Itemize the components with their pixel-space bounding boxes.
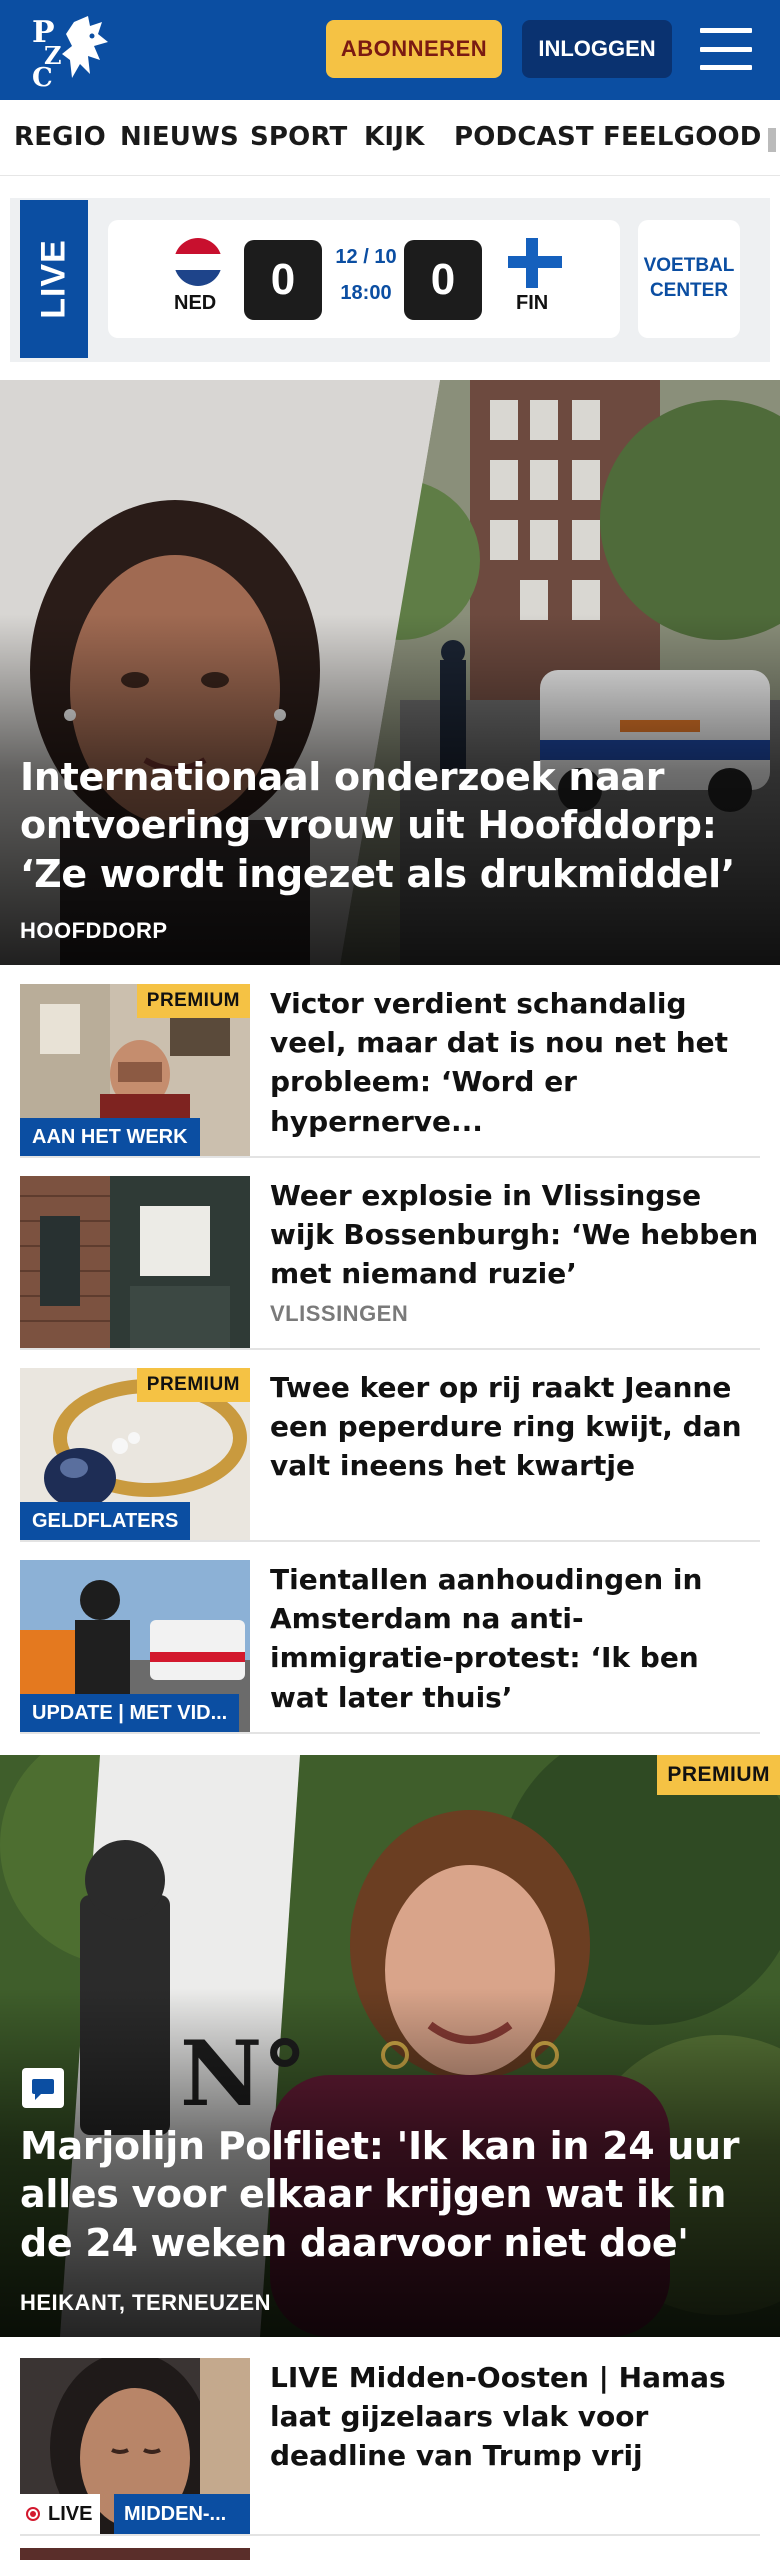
section-nav: REGIO NIEUWS SPORT KIJK PODCAST FEELGOOD [0,100,780,176]
hero-headline[interactable]: Marjolijn Polfliet: 'Ik kan in 24 uur al… [20,2122,750,2267]
article-headline[interactable]: Tientallen aanhoudingen in Amsterdam na … [270,1560,760,1717]
article-row[interactable]: PREMIUM GELDFLATERS Twee keer op rij raa… [20,1350,760,1542]
hamburger-icon[interactable] [698,24,754,74]
article-headline[interactable]: Weer explosie in Vlissingse wijk Bossenb… [270,1176,760,1294]
nav-item-kijk[interactable]: KIJK [364,122,424,152]
nav-item-podcast[interactable]: PODCAST [454,122,594,152]
article-thumbnail[interactable]: PREMIUM AAN HET WERK [20,984,250,1156]
article-headline[interactable]: Twee keer op rij raakt Jeanne een peperd… [270,1368,760,1486]
category-label: GELDFLATERS [20,1502,191,1540]
away-score: 0 [404,240,482,320]
svg-text:C: C [32,63,53,88]
hero-article[interactable]: Internationaal onderzoek naar ontvoering… [0,380,780,965]
category-label: UPDATE | MET VID... [20,1694,240,1732]
home-score: 0 [244,240,322,320]
away-team-name: FIN [516,292,549,314]
premium-badge: PREMIUM [136,1368,250,1402]
subscribe-button[interactable]: ABONNEREN [326,20,502,78]
pzc-logo[interactable]: P Z C [28,12,118,93]
netherlands-flag-icon [174,238,222,286]
article-row[interactable]: LIVE MIDDEN-... LIVE Midden-Oosten | Ham… [20,2340,760,2536]
match-date: 12 / 10 [335,246,397,268]
finland-flag-icon [508,238,562,288]
hero-headline[interactable]: Internationaal onderzoek naar ontvoering… [20,753,750,898]
article-thumbnail[interactable]: PREMIUM GELDFLATERS [20,1368,250,1540]
hero-location: HOOFDDORP [20,918,168,943]
nav-item-nieuws[interactable]: NIEUWS [120,122,239,152]
hero-article-2[interactable]: N° PREMIUM Marjolijn Polfliet: 'Ik kan i… [0,1755,780,2337]
article-thumbnail[interactable]: UPDATE | MET VID... [20,1560,250,1732]
category-label: AAN HET WERK [20,1118,200,1156]
match-time: 18:00 [340,282,392,304]
article-row[interactable]: UPDATE | MET VID... Tientallen aanhoudin… [20,1542,760,1734]
nav-item-regio[interactable]: REGIO [14,122,106,152]
live-score-bar: LIVE NED 0 12 / 10 18:00 0 FIN VOETBAL C… [10,198,770,362]
article-row[interactable]: PREMIUM AAN HET WERK Victor verdient sch… [20,966,760,1158]
article-image [20,1176,250,1348]
category-label: MIDDEN-... [114,2494,250,2534]
article-thumbnail[interactable] [20,1176,250,1348]
article-thumbnail[interactable]: LIVE MIDDEN-... [20,2358,250,2534]
hero-location: HEIKANT, TERNEUZEN [20,2290,272,2315]
login-button[interactable]: INLOGGEN [522,20,672,78]
comment-icon[interactable] [22,2068,64,2108]
premium-badge: PREMIUM [136,984,250,1018]
live-badge: LIVE [20,2494,101,2534]
nav-item-feelgood[interactable]: FEELGOOD [603,122,762,152]
voetbal-center-button[interactable]: VOETBAL CENTER [638,220,740,338]
nav-overflow-hint [768,128,776,152]
next-article-thumbnail[interactable] [20,2548,250,2560]
article-row[interactable]: Weer explosie in Vlissingse wijk Bossenb… [20,1158,760,1350]
match-card[interactable]: NED 0 12 / 10 18:00 0 FIN [108,220,620,338]
article-location: VLISSINGEN [270,1301,409,1326]
nav-item-sport[interactable]: SPORT [250,122,347,152]
site-header: P Z C ABONNEREN INLOGGEN [0,0,780,100]
live-label: LIVE [20,200,88,358]
live-dot-icon [26,2507,40,2521]
article-headline[interactable]: Victor verdient schandalig veel, maar da… [270,984,760,1141]
article-headline[interactable]: LIVE Midden-Oosten | Hamas laat gijzelaa… [270,2358,760,2476]
home-team-name: NED [174,292,217,314]
premium-badge: PREMIUM [657,1755,780,1795]
